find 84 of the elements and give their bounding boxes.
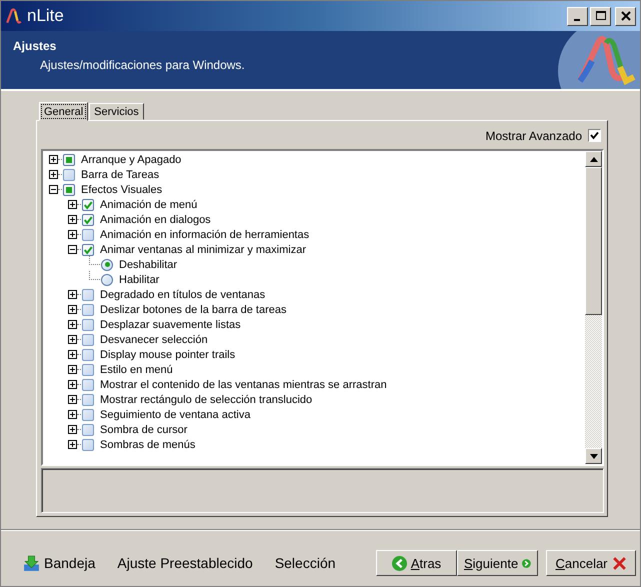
- checkbox[interactable]: [82, 334, 94, 346]
- expander-icon[interactable]: [68, 290, 77, 299]
- tree-item[interactable]: Animar ventanas al minimizar y maximizar: [100, 244, 306, 256]
- page-title: Ajustes: [13, 39, 58, 53]
- tree-item[interactable]: Seguimiento de ventana activa: [100, 408, 250, 420]
- maximize-icon: [596, 11, 606, 21]
- close-icon: [612, 556, 627, 570]
- footer-link[interactable]: Bandeja: [23, 554, 96, 572]
- close-button[interactable]: [615, 6, 636, 26]
- tab[interactable]: General: [39, 102, 88, 121]
- expander-icon[interactable]: [68, 245, 77, 254]
- page-subtitle: Ajustes/modificaciones para Windows.: [39, 58, 245, 72]
- tree-item[interactable]: Sombra de cursor: [100, 424, 188, 436]
- expander-icon[interactable]: [68, 380, 77, 389]
- tree-item[interactable]: Efectos Visuales: [81, 184, 162, 196]
- checkbox[interactable]: [82, 408, 94, 420]
- expander-icon[interactable]: [68, 425, 77, 434]
- expander-icon[interactable]: [68, 305, 77, 314]
- tree-item[interactable]: Barra de Tareas: [81, 168, 160, 180]
- tree-item[interactable]: Desplazar suavemente listas: [100, 318, 241, 330]
- footer-link[interactable]: Ajuste Preestablecido: [117, 555, 253, 571]
- expander-icon[interactable]: [68, 200, 77, 209]
- show-advanced-checkbox[interactable]: [588, 129, 601, 142]
- expander-icon[interactable]: [68, 410, 77, 419]
- tree-item[interactable]: Habilitar: [119, 274, 160, 286]
- checkbox[interactable]: [82, 228, 94, 240]
- tree-item[interactable]: Arranque y Apagado: [81, 154, 182, 166]
- tree-item[interactable]: Deshabilitar: [119, 258, 178, 270]
- checkbox[interactable]: [63, 154, 75, 166]
- nav-button[interactable]: Atras: [376, 550, 457, 576]
- tree-item[interactable]: Mostrar el contenido de las ventanas mientras se arrastran: [100, 378, 387, 390]
- tree-item[interactable]: Animación en información de herramientas: [100, 228, 310, 240]
- checkbox[interactable]: [63, 168, 75, 180]
- expander-icon[interactable]: [68, 335, 77, 344]
- tray-download-icon: [23, 554, 40, 572]
- tree-item[interactable]: Sombras de menús: [100, 438, 196, 450]
- minimize-icon: [574, 19, 580, 21]
- radio-button[interactable]: [101, 274, 113, 286]
- expander-icon[interactable]: [68, 350, 77, 359]
- checkbox[interactable]: [82, 288, 94, 300]
- checkbox[interactable]: [82, 364, 94, 376]
- close-icon: [620, 11, 630, 21]
- minimize-button[interactable]: [567, 6, 588, 26]
- tree-item[interactable]: Animación en dialogos: [100, 214, 211, 226]
- nav-button[interactable]: Cancelar: [546, 550, 636, 576]
- checkbox[interactable]: [82, 378, 94, 390]
- radio-button[interactable]: [101, 258, 113, 270]
- checkbox[interactable]: [82, 304, 94, 316]
- scrollbar[interactable]: [585, 151, 602, 464]
- tree-item[interactable]: Display mouse pointer trails: [100, 348, 236, 360]
- checkbox[interactable]: [82, 244, 94, 256]
- tab[interactable]: Servicios: [89, 103, 144, 120]
- checkbox[interactable]: [82, 318, 94, 330]
- expander-icon[interactable]: [49, 155, 58, 164]
- tree-item[interactable]: Desvanecer selección: [100, 334, 208, 346]
- expander-icon[interactable]: [49, 185, 58, 194]
- maximize-button[interactable]: [590, 6, 611, 26]
- window-title: nLite: [27, 6, 65, 26]
- footer-link[interactable]: Selección: [274, 555, 336, 571]
- expander-icon[interactable]: [68, 230, 77, 239]
- checkbox[interactable]: [82, 438, 94, 450]
- scroll-down-icon[interactable]: [585, 448, 602, 464]
- tree-item[interactable]: Degradado en títulos de ventanas: [100, 288, 266, 300]
- checkbox[interactable]: [82, 424, 94, 436]
- show-advanced-label: Mostrar Avanzado: [486, 128, 582, 142]
- checkbox[interactable]: [82, 198, 94, 210]
- app-logo-icon: [5, 7, 23, 25]
- scroll-up-icon[interactable]: [585, 151, 602, 167]
- expander-icon[interactable]: [68, 395, 77, 404]
- checkbox[interactable]: [82, 214, 94, 226]
- nav-button[interactable]: Siguiente: [457, 550, 538, 576]
- expander-icon[interactable]: [49, 170, 58, 179]
- tree-item[interactable]: Animación de menú: [100, 198, 198, 210]
- expander-icon[interactable]: [68, 440, 77, 449]
- tree-item[interactable]: Estilo en menú: [100, 364, 173, 376]
- expander-icon[interactable]: [68, 320, 77, 329]
- expander-icon[interactable]: [68, 365, 77, 374]
- checkbox[interactable]: [63, 184, 75, 196]
- checkbox[interactable]: [82, 348, 94, 360]
- tree-item[interactable]: Deslizar botones de la barra de tareas: [100, 304, 286, 316]
- checkbox[interactable]: [82, 394, 94, 406]
- scroll-thumb[interactable]: [585, 167, 602, 315]
- tree-item[interactable]: Mostrar rectángulo de selección translucido: [100, 394, 312, 406]
- expander-icon[interactable]: [68, 215, 77, 224]
